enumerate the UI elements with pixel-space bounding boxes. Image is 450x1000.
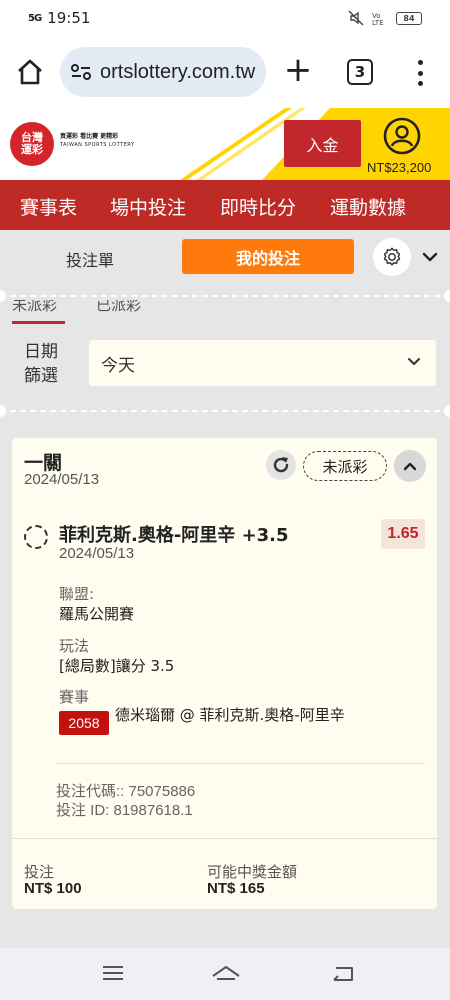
- tab-my-bets[interactable]: 我的投注: [182, 239, 354, 274]
- signal-indicator: 5G: [28, 12, 42, 24]
- status-badge: 未派彩: [303, 451, 387, 481]
- nav-item-live-betting[interactable]: 場中投注: [110, 193, 186, 220]
- browser-toolbar: ortslottery.com.tw + 3: [0, 36, 450, 108]
- date-filter-select[interactable]: 今天: [89, 340, 436, 386]
- collapse-button[interactable]: [394, 450, 426, 482]
- nav-item-sports-data[interactable]: 運動數據: [330, 193, 406, 220]
- divider: [56, 763, 425, 764]
- bet-code: 投注代碼:: 75075886: [56, 783, 196, 800]
- nav-item-schedule[interactable]: 賽事表: [20, 193, 77, 220]
- main-nav: 賽事表 場中投注 即時比分 運動數據: [0, 180, 450, 230]
- stake-value: NT$ 100: [24, 880, 82, 897]
- chevron-up-icon: [403, 462, 417, 471]
- system-nav-bar: [0, 948, 450, 1000]
- divider: [12, 838, 437, 839]
- logo-tagline: 買運彩 看比賽 更精彩 TAIWAN SPORTS LOTTERY: [60, 133, 135, 148]
- divider-notch-left: [0, 405, 6, 417]
- refresh-button[interactable]: [266, 450, 296, 480]
- event-code-badge: 2058: [59, 711, 109, 735]
- event-label: 賽事: [59, 688, 90, 706]
- odds-badge: 1.65: [381, 519, 425, 549]
- site-settings-icon[interactable]: [70, 63, 92, 81]
- address-bar[interactable]: ortslottery.com.tw: [60, 47, 266, 97]
- stake-label: 投注: [24, 863, 55, 881]
- status-icons: Vo LTE 84: [348, 10, 422, 26]
- divider-notch-right: [444, 290, 450, 302]
- date-filter-value: 今天: [101, 355, 135, 376]
- dashed-divider: [0, 295, 450, 297]
- subtab-unsettled[interactable]: 未派彩: [12, 300, 57, 315]
- league-label: 聯盟:: [59, 585, 95, 603]
- back-icon[interactable]: [330, 962, 356, 984]
- mute-icon: [348, 10, 364, 26]
- tab-switcher-button[interactable]: 3: [347, 59, 373, 85]
- bet-id: 投注 ID: 81987618.1: [56, 802, 193, 819]
- bet-date: 2024/05/13: [24, 471, 100, 488]
- subtabs: 未派彩 已派彩: [12, 300, 212, 322]
- wifi-lte-icon: VoLTE: [372, 12, 384, 26]
- nav-item-live-scores[interactable]: 即時比分: [220, 193, 296, 220]
- site-header: 台灣運彩 買運彩 看比賽 更精彩 TAIWAN SPORTS LOTTERY 入…: [0, 108, 450, 180]
- payout-label: 可能中獎金額: [207, 863, 298, 881]
- home-icon[interactable]: [14, 56, 46, 88]
- url-text[interactable]: ortslottery.com.tw: [100, 61, 255, 84]
- status-bar: 5G 19:51 Vo LTE 84: [0, 0, 450, 36]
- battery-icon: 84: [396, 11, 422, 25]
- account-icon[interactable]: [383, 117, 421, 155]
- deposit-button[interactable]: 入金: [284, 120, 361, 167]
- league-value: 羅馬公開賽: [59, 605, 135, 623]
- selection-radio[interactable]: [24, 525, 48, 549]
- chevron-down-icon[interactable]: [420, 247, 440, 267]
- divider-notch-right: [444, 405, 450, 417]
- tab-bet-slip[interactable]: 投注單: [66, 247, 114, 271]
- selection-date: 2024/05/13: [59, 545, 135, 562]
- logo[interactable]: 台灣運彩: [10, 122, 54, 166]
- settings-button[interactable]: [373, 238, 411, 276]
- recent-apps-icon[interactable]: [100, 962, 126, 984]
- payout-value: NT$ 165: [207, 880, 265, 897]
- divider-notch-left: [0, 290, 6, 302]
- dashed-divider: [0, 410, 450, 412]
- chevron-down-icon: [408, 358, 420, 365]
- slip-tabs: 投注單 我的投注: [0, 230, 450, 285]
- bet-card: 一關 2024/05/13 未派彩 菲利克斯.奧格-阿里辛 +3.5 2024/…: [12, 438, 437, 909]
- market-value: [總局數]讓分 3.5: [59, 657, 175, 675]
- event-name: 德米瑙爾 @ 菲利克斯.奧格-阿里辛: [115, 706, 345, 724]
- account-balance: NT$23,200: [367, 160, 432, 175]
- new-tab-button[interactable]: +: [283, 53, 313, 87]
- subtab-settled[interactable]: 已派彩: [96, 300, 141, 315]
- svg-text:LTE: LTE: [372, 19, 384, 26]
- browser-menu-button[interactable]: [408, 56, 432, 90]
- date-filter-label: 日期篩選: [24, 342, 58, 386]
- market-label: 玩法: [59, 637, 90, 655]
- selection-name: 菲利克斯.奧格-阿里辛 +3.5: [59, 525, 289, 546]
- status-time: 19:51: [47, 9, 91, 27]
- refresh-icon: [273, 457, 289, 473]
- home-nav-icon[interactable]: [210, 962, 242, 984]
- gear-icon: [383, 247, 401, 266]
- active-subtab-indicator: [12, 321, 65, 324]
